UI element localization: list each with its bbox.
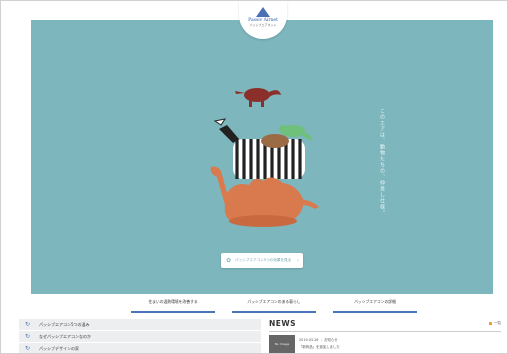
sidebar-item-why[interactable]: ↻ なぜパッシブエアコンなのか xyxy=(19,331,261,343)
hero-tagline: このエアは、動物たちの、仲良し仕様。 xyxy=(379,108,385,216)
news-list-link[interactable]: 一覧 xyxy=(488,321,501,326)
logo-sub-text: パッシブエアネット xyxy=(249,23,277,27)
refresh-icon: ↻ xyxy=(25,321,31,328)
effects-cta-button[interactable]: ✿ パッシブエアコン5つの効果を見る › xyxy=(221,253,303,268)
cta-label: パッシブエアコン5つの効果を見る xyxy=(235,258,292,262)
sidebar-item-passive-design[interactable]: ↻ パッシブデザインの家 xyxy=(19,343,261,353)
news-date: 2019.03.26 ｜ お知らせ xyxy=(299,338,338,342)
news-title: NEWS xyxy=(269,319,297,328)
browser-page: Passiv Airnet パッシブエアネット このエアは、動物たちの、仲良し仕… xyxy=(0,0,508,354)
category-tabs: 住まいの温熱環境を改善する パッシブエアコンのある暮らし パッシブエアコンの詳細 xyxy=(131,297,417,313)
sidebar-item-five-benefits[interactable]: ↻ パッシブエアコン5つの温み xyxy=(19,319,261,331)
refresh-icon: ↻ xyxy=(25,333,31,340)
anteater-figure xyxy=(235,88,281,107)
refresh-icon: ↻ xyxy=(25,345,31,352)
tab-living[interactable]: パッシブエアコンのある暮らし xyxy=(232,297,316,313)
news-thumbnail: No Image xyxy=(269,335,295,353)
tab-details[interactable]: パッシブエアコンの詳細 xyxy=(333,297,417,313)
sidebar-item-label: パッシブデザインの家 xyxy=(39,345,79,351)
stacked-animals-illustration xyxy=(210,88,319,227)
tab-thermal-environment[interactable]: 住まいの温熱環境を改善する xyxy=(131,297,215,313)
sidebar-item-label: パッシブエアコン5つの温み xyxy=(39,321,90,327)
news-item[interactable]: No Image 2019.03.26 ｜ お知らせ 「新商品」を追加しました xyxy=(269,335,501,353)
news-more-label: 一覧 xyxy=(493,321,501,325)
news-text: 「新商品」を追加しました xyxy=(299,345,340,349)
chevron-right-icon: › xyxy=(297,257,299,264)
sloth-figure xyxy=(261,134,289,148)
sparkle-icon: ✿ xyxy=(226,257,232,264)
sidebar-menu: ↻ パッシブエアコン5つの温み ↻ なぜパッシブエアコンなのか ↻ パッシブデザ… xyxy=(19,319,261,353)
house-logo-icon xyxy=(256,7,270,17)
news-header: NEWS 一覧 xyxy=(269,319,501,332)
sidebar-item-label: なぜパッシブエアコンなのか xyxy=(39,333,91,339)
square-bullet-icon xyxy=(488,322,492,325)
